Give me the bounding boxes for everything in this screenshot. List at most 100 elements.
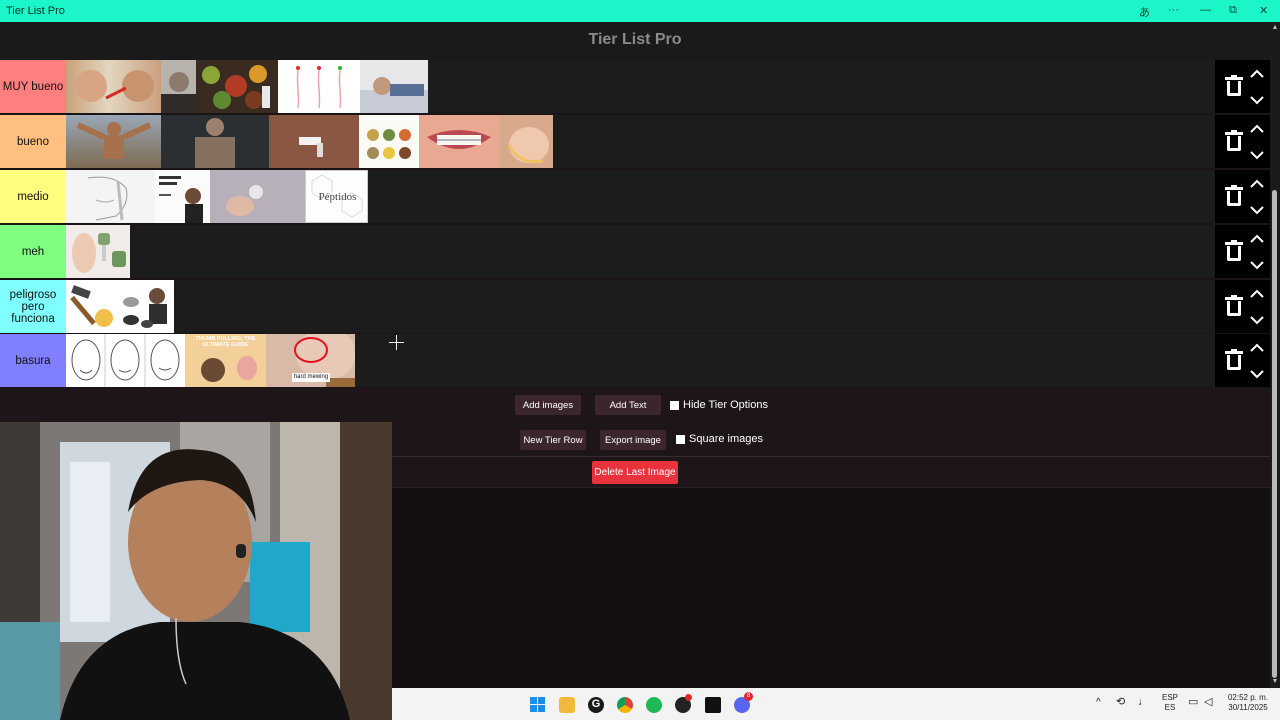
tray-chevron-up-icon[interactable]: ^	[1096, 698, 1101, 708]
delete-tier-trash-icon[interactable]	[1225, 75, 1243, 97]
tier-image[interactable]	[419, 115, 499, 168]
scroll-down-arrow-icon[interactable]: ▼	[1271, 678, 1279, 685]
minimize-button[interactable]: —	[1200, 4, 1211, 16]
tier-image-art	[367, 129, 411, 159]
tier-image-art	[123, 288, 167, 328]
hide-tier-options-checkbox[interactable]: Hide Tier Options	[670, 399, 768, 411]
checkbox-box[interactable]	[676, 434, 685, 444]
square-images-checkbox[interactable]: Square images	[676, 433, 763, 445]
tier-label[interactable]: MUY bueno	[0, 60, 66, 113]
network-icon[interactable]: ▭	[1188, 697, 1198, 708]
tier-options	[1215, 60, 1270, 113]
webcam-video-art	[0, 422, 392, 720]
delete-last-image-button[interactable]: Delete Last Image	[592, 461, 678, 484]
clock-date: 30/11/2025	[1228, 703, 1268, 712]
tier-image-art	[360, 77, 428, 113]
sync-icon[interactable]: ⟲	[1116, 697, 1125, 708]
tier-image[interactable]	[269, 115, 359, 168]
tier-image[interactable]	[278, 60, 360, 113]
tier-image-art	[70, 285, 113, 327]
move-tier-up-chevron-icon[interactable]	[1249, 286, 1265, 302]
delete-tier-trash-icon[interactable]	[1225, 130, 1243, 152]
tier-image[interactable]	[359, 115, 419, 168]
clock-time: 02:52 p. m.	[1227, 693, 1269, 702]
tier-image[interactable]	[161, 115, 269, 168]
microphone-icon[interactable]: ♩	[1138, 697, 1149, 708]
tier-image-art	[427, 130, 491, 149]
spotify-icon[interactable]	[646, 697, 662, 713]
tier-image[interactable]	[66, 334, 185, 387]
tier-image-art	[71, 334, 180, 387]
tier-image[interactable]	[66, 225, 130, 278]
tier-image-art	[159, 176, 203, 223]
add-images-button[interactable]: Add images	[515, 395, 581, 415]
move-tier-up-chevron-icon[interactable]	[1249, 66, 1265, 82]
restore-button[interactable]: ⧉	[1229, 4, 1237, 17]
tier-label[interactable]: meh	[0, 225, 66, 278]
g-app-icon[interactable]: G	[588, 697, 604, 713]
tier-image[interactable]	[66, 170, 155, 223]
move-tier-down-chevron-icon[interactable]	[1249, 92, 1265, 108]
volume-icon[interactable]: ◁	[1204, 697, 1212, 708]
translate-icon[interactable]: あ	[1139, 4, 1150, 20]
windows-start-icon[interactable]	[530, 697, 546, 713]
move-tier-down-chevron-icon[interactable]	[1249, 147, 1265, 163]
chrome-icon[interactable]	[617, 697, 633, 713]
tier-image[interactable]	[66, 115, 161, 168]
tier-image[interactable]: Péptidos	[305, 170, 368, 223]
tier-image[interactable]	[161, 60, 196, 113]
close-button[interactable]: ✕	[1259, 4, 1268, 17]
tier-row: meh	[0, 225, 1270, 278]
move-tier-down-chevron-icon[interactable]	[1249, 257, 1265, 273]
tier-label[interactable]: bueno	[0, 115, 66, 168]
scroll-up-arrow-icon[interactable]: ▲	[1271, 24, 1279, 31]
export-image-button[interactable]: Export image	[600, 430, 666, 450]
tier-row: basura THUMB PULLING: THE ULTIMATE GUIDE…	[0, 334, 1270, 387]
tier-image-art	[202, 65, 270, 109]
language-indicator[interactable]: ESP ES	[1160, 693, 1180, 713]
discord-badge: 8	[744, 692, 753, 701]
tier-image-art	[269, 115, 359, 168]
delete-tier-trash-icon[interactable]	[1225, 185, 1243, 207]
delete-tier-trash-icon[interactable]	[1225, 349, 1243, 371]
tier-image[interactable]	[499, 115, 553, 168]
move-tier-down-chevron-icon[interactable]	[1249, 202, 1265, 218]
more-options-icon[interactable]: ···	[1168, 4, 1179, 16]
scrollbar-thumb[interactable]	[1272, 190, 1277, 678]
capcut-icon[interactable]	[705, 697, 721, 713]
clock[interactable]: 02:52 p. m. 30/11/2025	[1220, 693, 1276, 713]
tier-label[interactable]: basura	[0, 334, 66, 387]
peptidos-text: Péptidos	[318, 191, 357, 203]
add-text-button[interactable]: Add Text	[595, 395, 661, 415]
tier-image[interactable]: hard mewing	[266, 334, 355, 387]
file-explorer-icon[interactable]	[559, 697, 575, 713]
app-notification-icon[interactable]	[675, 694, 692, 713]
tier-image[interactable]	[155, 170, 210, 223]
tier-items	[66, 115, 553, 168]
tier-items: THUMB PULLING: THE ULTIMATE GUIDE hard m…	[66, 334, 355, 387]
tier-image[interactable]	[66, 60, 161, 113]
discord-icon[interactable]: 8	[734, 692, 753, 713]
tier-image[interactable]: THUMB PULLING: THE ULTIMATE GUIDE	[185, 334, 266, 387]
new-tier-row-button[interactable]: New Tier Row	[520, 430, 586, 450]
move-tier-up-chevron-icon[interactable]	[1249, 121, 1265, 137]
move-tier-down-chevron-icon[interactable]	[1249, 312, 1265, 328]
move-tier-down-chevron-icon[interactable]	[1249, 366, 1265, 382]
webcam-overlay	[0, 422, 392, 720]
tier-image[interactable]	[66, 280, 119, 333]
tier-items	[66, 60, 428, 113]
thumb-pulling-text: THUMB PULLING: THE ULTIMATE GUIDE	[195, 336, 256, 348]
tier-image[interactable]	[210, 170, 305, 223]
tier-label[interactable]: medio	[0, 170, 66, 223]
delete-tier-trash-icon[interactable]	[1225, 240, 1243, 262]
tier-label[interactable]: peligroso pero funciona	[0, 280, 66, 333]
move-tier-up-chevron-icon[interactable]	[1249, 340, 1265, 356]
checkbox-box[interactable]	[670, 400, 679, 410]
move-tier-up-chevron-icon[interactable]	[1249, 176, 1265, 192]
move-tier-up-chevron-icon[interactable]	[1249, 231, 1265, 247]
tier-image[interactable]	[360, 60, 428, 113]
tier-image[interactable]	[119, 280, 174, 333]
tier-image[interactable]	[196, 60, 278, 113]
delete-tier-trash-icon[interactable]	[1225, 295, 1243, 317]
hide-tier-options-label: Hide Tier Options	[683, 399, 768, 411]
